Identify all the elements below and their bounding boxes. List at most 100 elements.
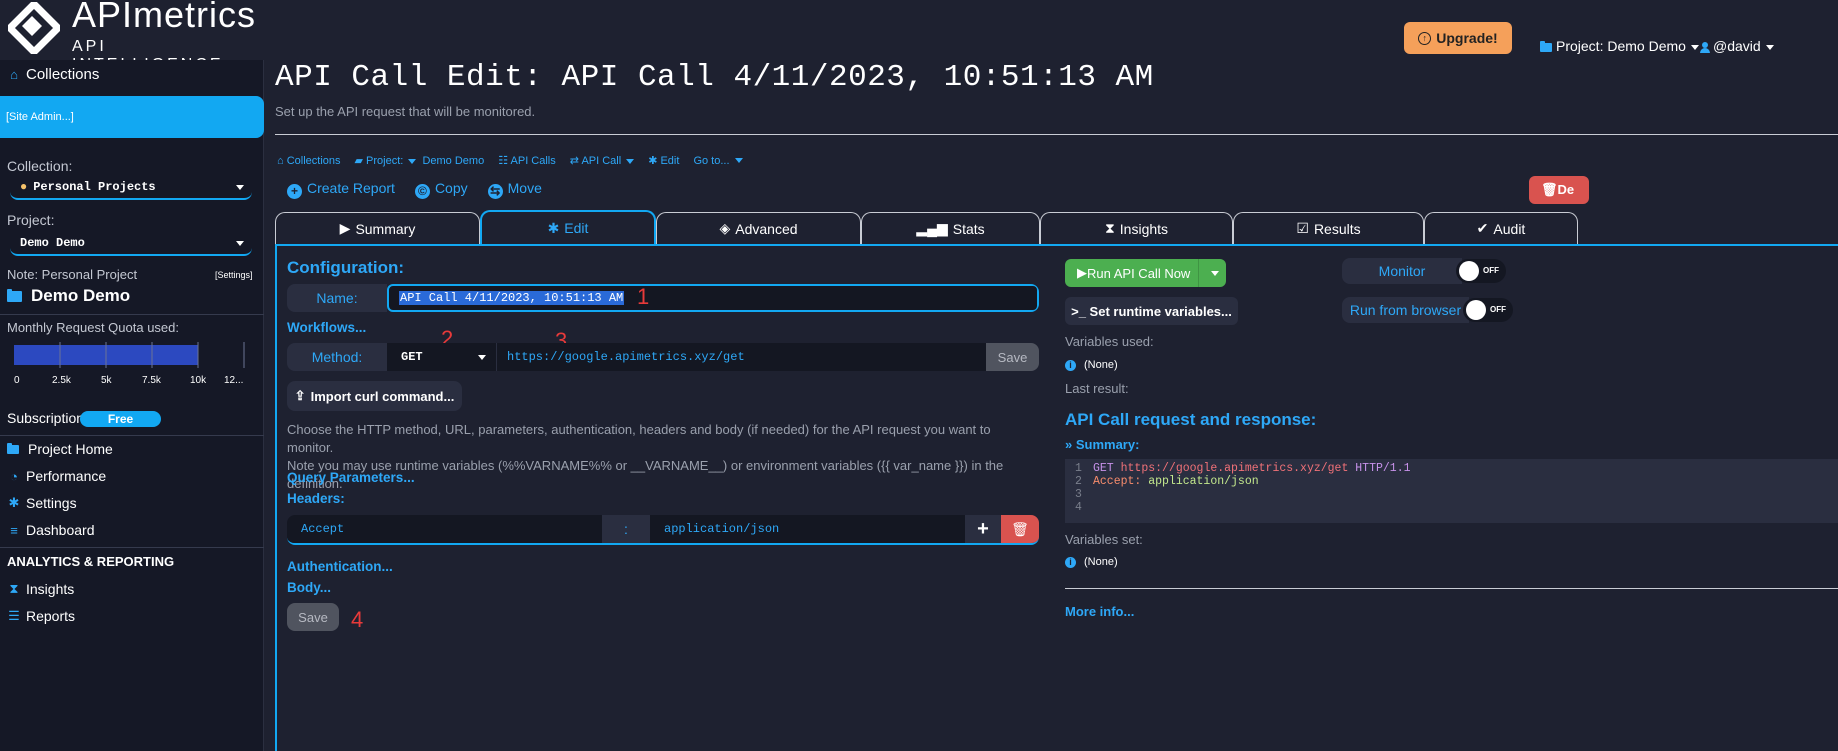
plus-icon: + — [977, 517, 989, 540]
tags-icon: ◈ — [719, 220, 731, 236]
action-bar: + Create Report © Copy ⇆ Move — [287, 180, 542, 199]
tab-label: Edit — [564, 220, 589, 236]
user-dropdown[interactable]: @david — [1700, 38, 1774, 54]
monitor-label: Monitor — [1342, 258, 1462, 284]
tab-label: Stats — [952, 220, 985, 237]
workflows-link[interactable]: Workflows... — [287, 320, 366, 335]
tab-label: Insights — [1119, 220, 1169, 237]
sidebar-item-label: Performance — [26, 468, 107, 484]
code-line: 2 Accept: application/json — [1075, 475, 1259, 488]
tab-label: Summary — [355, 220, 416, 237]
apimetrics-logo[interactable]: APImetrics API INTELLIGENCE — [4, 0, 264, 73]
header-value-text: application/json — [664, 522, 780, 536]
page-title: API Call Edit: API Call 4/11/2023, 10:51… — [275, 60, 1154, 95]
project-select-value: Demo Demo — [20, 236, 85, 250]
import-curl-button[interactable]: ⇪ Import curl command... — [287, 381, 462, 411]
analytics-heading: ANALYTICS & REPORTING — [7, 554, 175, 569]
sidebar-divider — [0, 435, 264, 436]
user-dropdown-label: @david — [1713, 38, 1761, 54]
run-options-dropdown[interactable] — [1198, 259, 1226, 287]
sidebar-item-insights[interactable]: ⧗ Insights — [7, 581, 74, 597]
sidebar-item-project-home[interactable]: Project Home — [7, 441, 113, 457]
run-api-call-button[interactable]: ▶ Run API Call Now — [1065, 259, 1226, 287]
summary-link[interactable]: » Summary: — [1065, 437, 1139, 452]
sidebar-item-label: Collections — [26, 66, 100, 83]
copy-button[interactable]: © Copy — [414, 180, 468, 199]
move-button[interactable]: ⇆ Move — [487, 180, 542, 199]
more-info-link[interactable]: More info... — [1065, 604, 1134, 619]
code-method: GET — [1093, 462, 1114, 475]
breadcrumb-label: API Call — [581, 155, 622, 167]
sidebar-item-dashboard[interactable]: ≡ Dashboard — [7, 522, 94, 538]
play-icon: ▶ — [339, 220, 351, 236]
dashboard-gauge-icon: ◔ — [10, 468, 18, 484]
project-dropdown[interactable]: Project: Demo Demo — [1540, 38, 1699, 54]
settings-link[interactable]: [Settings] — [215, 270, 253, 280]
delete-header-button[interactable]: 🗑 — [1001, 515, 1039, 543]
header-key-input[interactable]: Accept — [287, 515, 602, 543]
query-parameters-link[interactable]: Query Parameters... — [287, 470, 415, 485]
quota-tick-label: 12... — [224, 375, 243, 386]
list-icon: ☰ — [8, 608, 20, 623]
breadcrumb-project[interactable]: ▰ Project: Demo Demo — [355, 154, 485, 167]
tab-insights[interactable]: ⧗ Insights — [1040, 212, 1233, 244]
delete-button[interactable]: 🗑De — [1529, 176, 1589, 204]
body-link[interactable]: Body... — [287, 580, 331, 595]
method-select[interactable]: GET — [387, 343, 497, 371]
annotation-4: 4 — [351, 607, 364, 632]
chevron-down-icon — [1765, 44, 1774, 50]
tab-advanced[interactable]: ◈ Advanced — [656, 212, 861, 244]
breadcrumb-edit[interactable]: ✱ Edit — [648, 154, 679, 167]
site-admin-link[interactable]: [Site Admin...] — [0, 96, 264, 138]
folder-open-icon — [7, 442, 19, 454]
upgrade-button[interactable]: ↑ Upgrade! — [1404, 22, 1512, 54]
gear-icon: ✱ — [547, 219, 560, 236]
sidebar-divider — [0, 547, 264, 548]
run-from-browser-toggle[interactable]: OFF — [1463, 298, 1513, 322]
chevron-down-icon — [408, 158, 417, 164]
sidebar-item-collections[interactable]: ⌂ Collections — [7, 66, 99, 83]
header-value-input[interactable]: application/json — [650, 515, 965, 543]
toggle-off-text: OFF — [1490, 305, 1506, 314]
breadcrumb-goto[interactable]: Go to... — [693, 155, 743, 167]
sidebar-item-reports[interactable]: ☰ Reports — [7, 608, 75, 624]
tab-edit[interactable]: ✱ Edit — [480, 210, 656, 244]
tab-summary[interactable]: ▶ Summary — [275, 212, 480, 244]
project-heading[interactable]: Demo Demo — [7, 286, 130, 306]
authentication-link[interactable]: Authentication... — [287, 559, 393, 574]
tab-results[interactable]: ☑ Results — [1233, 212, 1424, 244]
gear-icon: ✱ — [8, 495, 20, 510]
name-input[interactable]: API Call 4/11/2023, 10:51:13 AM — [387, 284, 1039, 312]
monitor-toggle[interactable]: OFF — [1456, 259, 1506, 283]
collection-select[interactable]: ● Personal Projects — [10, 174, 252, 200]
database-icon: ≡ — [10, 522, 18, 538]
add-header-button[interactable]: + — [965, 515, 1001, 543]
breadcrumb-api-calls[interactable]: ☷ API Calls — [498, 154, 556, 167]
code-proto: HTTP/1.1 — [1355, 462, 1411, 475]
logo-mark-icon — [8, 2, 60, 54]
top-navbar: APImetrics API INTELLIGENCE ↑ Upgrade! P… — [0, 0, 1838, 73]
request-response-heading: API Call request and response: — [1065, 410, 1317, 429]
project-select[interactable]: Demo Demo — [10, 230, 252, 256]
import-curl-label: Import curl command... — [310, 388, 455, 404]
project-dropdown-label: Project: Demo Demo — [1556, 38, 1686, 54]
tab-label: Audit — [1493, 220, 1526, 237]
tab-stats[interactable]: ▂▄▆ Stats — [861, 212, 1040, 244]
sidebar-item-label: Settings — [26, 495, 77, 511]
method-label: Method: — [287, 343, 387, 371]
chevron-down-icon — [1211, 270, 1219, 276]
set-runtime-variables-button[interactable]: >_ Set runtime variables... — [1065, 297, 1238, 325]
breadcrumb-api-call[interactable]: ⇄ API Call — [570, 154, 635, 167]
url-save-button[interactable]: Save — [986, 343, 1039, 371]
url-input[interactable]: https://google.apimetrics.xyz/get — [497, 343, 986, 371]
create-report-button[interactable]: + Create Report — [287, 180, 395, 199]
tab-audit[interactable]: ✔ Audit — [1424, 212, 1578, 244]
code-header-key: Accept: — [1093, 475, 1142, 488]
sidebar-item-performance[interactable]: ◔ Performance — [7, 468, 106, 484]
sidebar-item-settings[interactable]: ✱ Settings — [7, 495, 77, 511]
home-icon: ⌂ — [10, 67, 18, 82]
variables-set-value: (None) — [1084, 556, 1118, 568]
breadcrumb: ⌂ Collections ▰ Project: Demo Demo ☷ API… — [277, 154, 743, 167]
save-button[interactable]: Save — [287, 603, 339, 631]
breadcrumb-collections[interactable]: ⌂ Collections — [277, 155, 341, 167]
